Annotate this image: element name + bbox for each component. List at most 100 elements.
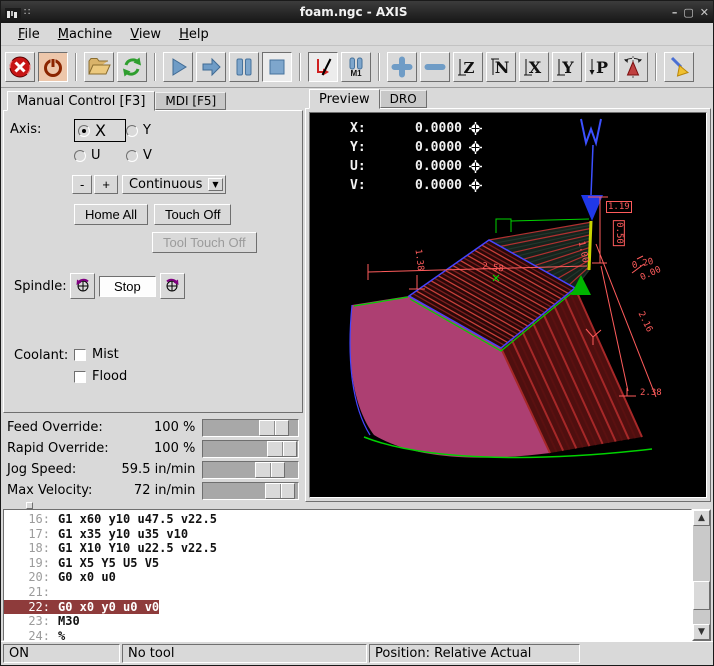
zoom-in-button[interactable] — [387, 52, 417, 82]
tab-preview[interactable]: Preview — [309, 89, 380, 109]
homed-icon — [469, 141, 482, 154]
zoom-out-button[interactable] — [420, 52, 450, 82]
gcode-line-number: 21: — [4, 585, 50, 600]
sash-grip[interactable] — [26, 502, 33, 509]
axis-radio-u[interactable]: U — [74, 148, 126, 163]
axis-radio-v[interactable]: V — [126, 148, 178, 163]
gcode-line[interactable]: 23:M30 — [4, 614, 691, 629]
position-mode-cell: Position: Relative Actual — [369, 644, 580, 663]
preview-canvas[interactable]: X:0.0000Y:0.0000U:0.0000V:0.0000 1.190.5… — [309, 112, 707, 498]
view-z-button[interactable]: Z — [453, 52, 483, 82]
estop-button[interactable] — [5, 52, 35, 82]
green-top-line — [511, 219, 589, 221]
view-x-button[interactable]: X — [519, 52, 549, 82]
gcode-line[interactable]: 19:G1 X5 Y5 U5 V5 — [4, 556, 691, 571]
gcode-line-highlighted[interactable]: 22:G0 x0 y0 u0 v0 — [4, 600, 691, 615]
gcode-line[interactable]: 21: — [4, 585, 691, 600]
scroll-down-icon[interactable]: ▼ — [693, 624, 710, 640]
mist-checkbox[interactable]: Mist — [74, 347, 127, 362]
menubar: FileMachineViewHelp — [1, 23, 713, 46]
run-button[interactable] — [163, 52, 193, 82]
rapid-override-slider[interactable] — [202, 440, 299, 458]
rotate-view-button[interactable] — [618, 52, 648, 82]
view-z-icon: Z — [456, 55, 480, 79]
toolbar-separator — [378, 53, 380, 81]
dro-value: 0.0000 — [376, 178, 462, 193]
menu-file[interactable]: File — [9, 25, 49, 44]
gcode-line[interactable]: 17:G1 x35 y10 u35 v10 — [4, 527, 691, 542]
menu-help[interactable]: Help — [170, 25, 218, 44]
dro-value: 0.0000 — [376, 121, 462, 136]
axis-radio-y[interactable]: Y — [126, 119, 178, 142]
reload-file-button[interactable] — [117, 52, 147, 82]
slider-thumb[interactable] — [255, 462, 285, 478]
view-p-button[interactable]: P — [585, 52, 615, 82]
feed-override-slider[interactable] — [202, 419, 299, 437]
dro-readout: X:0.0000Y:0.0000U:0.0000V:0.0000 — [350, 121, 482, 193]
feed-override-label: Feed Override: — [7, 420, 119, 435]
spindle-cw-button[interactable] — [160, 273, 185, 299]
tab-mdi[interactable]: MDI [F5] — [155, 92, 226, 110]
pane-sash[interactable] — [1, 501, 713, 509]
home-all-button[interactable]: Home All — [74, 204, 148, 225]
spindle-ccw-button[interactable] — [70, 273, 95, 299]
tab-manual-control[interactable]: Manual Control [F3] — [7, 91, 155, 111]
slider-thumb[interactable] — [265, 483, 295, 499]
zoom-out-icon — [423, 55, 447, 79]
step-button[interactable] — [196, 52, 226, 82]
gcode-listing[interactable]: 16:G1 x60 y10 u47.5 v22.517:G1 x35 y10 u… — [3, 509, 692, 641]
scrollbar-track[interactable] — [693, 526, 710, 624]
view-z2-icon: N — [489, 55, 513, 79]
tool-touch-off-button[interactable]: Tool Touch Off — [152, 232, 257, 253]
slider-thumb[interactable] — [267, 441, 297, 457]
green-limit-box — [496, 219, 511, 233]
view-y-button[interactable]: Y — [552, 52, 582, 82]
clear-plot-button[interactable] — [664, 52, 694, 82]
open-file-button[interactable] — [84, 52, 114, 82]
gcode-line[interactable]: 16:G1 x60 y10 u47.5 v22.5 — [4, 512, 691, 527]
pause-button[interactable] — [229, 52, 259, 82]
touch-off-button[interactable]: Touch Off — [154, 204, 231, 225]
gcode-line[interactable]: 24:% — [4, 629, 691, 641]
optional-pause-toggle[interactable]: M1 — [341, 52, 371, 82]
window-icon[interactable] — [5, 6, 21, 19]
machine-power-toggle[interactable] — [38, 52, 68, 82]
gcode-text: G1 X5 Y5 U5 V5 — [50, 556, 159, 570]
homed-icon — [469, 179, 482, 192]
checkbox-icon — [74, 371, 86, 383]
menu-view[interactable]: View — [121, 25, 170, 44]
maximize-button[interactable]: ▢ — [683, 6, 693, 19]
skip-lines-toggle[interactable] — [308, 52, 338, 82]
gcode-line[interactable]: 18:G1 X10 Y10 u22.5 v22.5 — [4, 541, 691, 556]
dro-row: X:0.0000 — [350, 121, 482, 136]
menu-machine[interactable]: Machine — [49, 25, 121, 44]
toolbar-separator — [75, 53, 77, 81]
max-velocity-label: Max Velocity: — [7, 483, 119, 498]
axis-label: Axis: — [10, 122, 60, 137]
optional-pause-label: M1 — [350, 70, 361, 77]
max-velocity-slider[interactable] — [202, 482, 299, 500]
scroll-up-icon[interactable]: ▲ — [693, 510, 710, 526]
jog-plus-button[interactable]: + — [94, 175, 118, 194]
gcode-scrollbar[interactable]: ▲ ▼ — [692, 509, 711, 641]
view-z2-button[interactable]: N — [486, 52, 516, 82]
spindle-stop-button[interactable]: Stop — [99, 276, 156, 297]
slider-thumb[interactable] — [259, 420, 289, 436]
svg-text:P: P — [596, 58, 608, 77]
tab-dro[interactable]: DRO — [380, 90, 427, 108]
checkbox-icon — [74, 349, 86, 361]
flood-checkbox[interactable]: Flood — [74, 369, 127, 384]
close-button[interactable]: ✕ — [700, 6, 709, 19]
gcode-line[interactable]: 20:G0 x0 u0 — [4, 570, 691, 585]
axis-radio-x[interactable]: X — [74, 119, 126, 142]
stop-button[interactable] — [262, 52, 292, 82]
dro-row: V:0.0000 — [350, 178, 482, 193]
minimize-button[interactable]: – — [672, 6, 678, 19]
jog-minus-button[interactable]: - — [72, 175, 92, 194]
scrollbar-thumb[interactable] — [693, 581, 710, 610]
jog-increment-select[interactable]: Continuous ▼ — [122, 175, 226, 194]
jog-speed-slider[interactable] — [202, 461, 299, 479]
titlebar[interactable]: ∷ foam.ngc - AXIS – ▢ ✕ — [1, 1, 713, 23]
tool-stem — [591, 145, 593, 195]
spindle-cw-icon — [164, 276, 181, 293]
